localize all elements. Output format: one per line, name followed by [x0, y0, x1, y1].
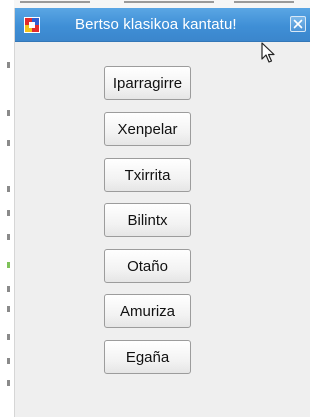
background-app-topline	[14, 0, 310, 8]
dialog-window: Bertso klasikoa kantatu! Iparragirre Xen…	[14, 8, 310, 417]
background-text-fragment	[7, 140, 10, 146]
poet-button-xenpelar[interactable]: Xenpelar	[104, 112, 191, 146]
close-icon	[293, 19, 303, 29]
background-text-fragment	[7, 234, 10, 240]
background-text-fragment	[7, 380, 10, 386]
poet-button-otano[interactable]: Otaño	[104, 249, 191, 283]
background-text-fragment	[7, 262, 10, 268]
poet-button-iparragirre[interactable]: Iparragirre	[104, 66, 191, 100]
background-text-fragment	[7, 286, 10, 292]
button-panel: Iparragirre Xenpelar Txirrita Bilintx Ot…	[15, 42, 310, 417]
background-text-fragment	[7, 334, 10, 340]
window-title: Bertso klasikoa kantatu!	[75, 16, 237, 33]
background-text-fragment	[7, 186, 10, 192]
poet-button-bilintx[interactable]: Bilintx	[104, 203, 191, 237]
poet-button-egana[interactable]: Egaña	[104, 340, 191, 374]
close-button[interactable]	[290, 16, 306, 32]
mouse-pointer-icon	[261, 42, 275, 63]
background-text-fragment	[7, 110, 10, 116]
background-text-fragment	[7, 62, 10, 68]
background-text-fragment	[7, 306, 10, 312]
background-text-fragment	[7, 358, 10, 364]
title-bar[interactable]: Bertso klasikoa kantatu!	[15, 8, 310, 42]
poet-button-amuriza[interactable]: Amuriza	[104, 294, 191, 328]
background-app-strip	[0, 0, 14, 417]
background-text-fragment	[7, 210, 10, 216]
poet-button-txirrita[interactable]: Txirrita	[104, 158, 191, 192]
app-icon	[24, 17, 40, 33]
